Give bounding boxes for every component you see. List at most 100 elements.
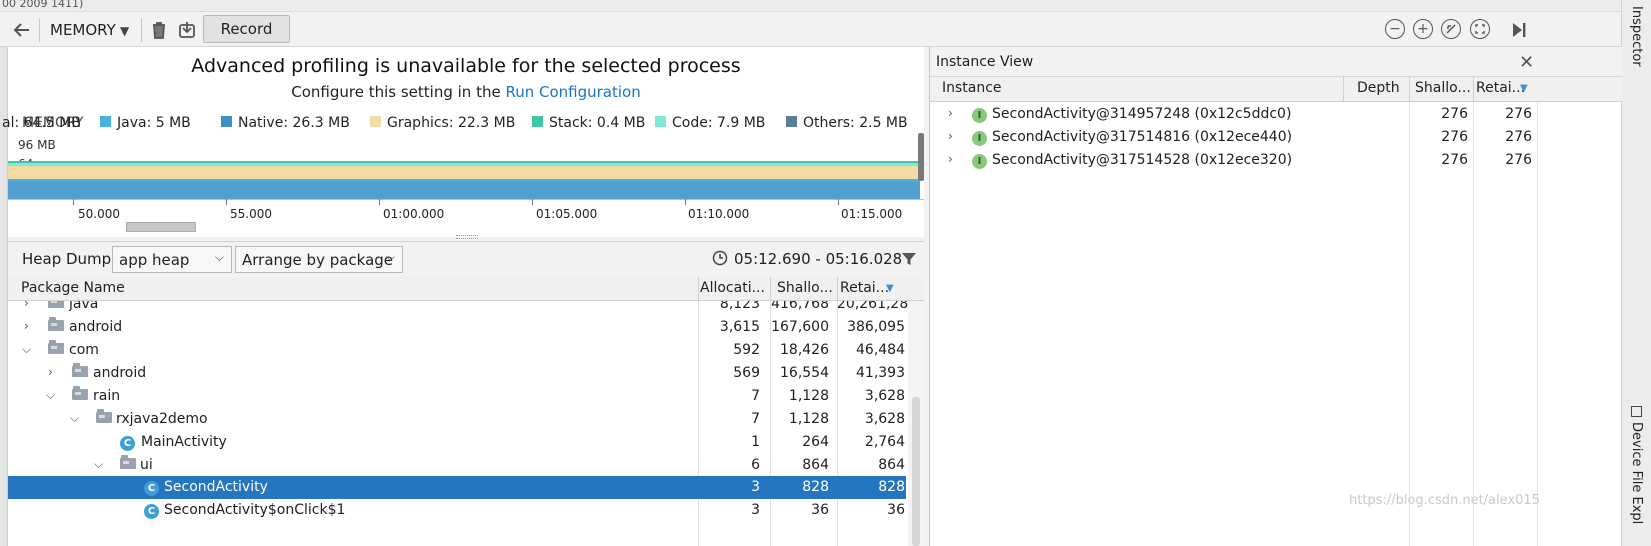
table-row[interactable]: C SecondActivity$onClick$1 3 36 36 <box>8 499 906 522</box>
heap-select[interactable]: app heap ⌵ <box>112 246 232 273</box>
table-scrollbar-thumb[interactable] <box>912 397 920 546</box>
row-name: SecondActivity <box>164 479 268 495</box>
advanced-profiling-subtitle: Configure this setting in the Run Config… <box>8 83 924 101</box>
title-strip: 00 2009 1411) <box>0 0 1651 12</box>
heap-select-value: app heap <box>119 251 190 269</box>
table-row[interactable]: C MainActivity 1 264 2,764 <box>8 431 906 454</box>
class-table-body: › java 8,123 416,768 20,261,283 › androi… <box>8 301 924 546</box>
chevron-right-icon[interactable]: › <box>948 152 953 166</box>
table-row[interactable]: › java 8,123 416,768 20,261,283 <box>8 301 918 316</box>
package-folder-icon <box>48 317 64 331</box>
column-instance[interactable]: Instance <box>942 80 1002 96</box>
arrange-select[interactable]: Arrange by package ⌵ <box>235 246 403 273</box>
column-package-name[interactable]: Package Name <box>21 280 125 296</box>
row-allocations: 6 <box>751 457 760 473</box>
go-live-icon[interactable] <box>1507 18 1531 42</box>
instance-row[interactable]: › I SecondActivity@317514816 (0x12ece440… <box>930 126 1622 149</box>
table-scrollbar-track[interactable] <box>908 301 924 546</box>
column-depth[interactable]: Depth <box>1357 80 1400 96</box>
instance-view-header: Instance View ✕ <box>930 47 1622 77</box>
x-tick-mark <box>685 199 686 205</box>
column-divider <box>770 277 771 301</box>
row-shallow: 167,600 <box>771 319 829 335</box>
memory-timeline: Advanced profiling is unavailable for th… <box>2 47 924 239</box>
chevron-right-icon[interactable]: › <box>948 129 953 143</box>
legend-stack-label: Stack: 0.4 MB <box>549 115 646 131</box>
back-arrow-icon[interactable] <box>10 18 34 42</box>
record-button[interactable]: Record <box>203 15 290 43</box>
x-tick-label: 01:05.000 <box>536 207 598 221</box>
filter-icon[interactable] <box>901 251 917 271</box>
zoom-in-icon[interactable]: + <box>1413 19 1433 39</box>
row-retained: 36 <box>887 502 905 518</box>
row-name: ui <box>140 457 153 473</box>
package-folder-icon <box>48 340 64 354</box>
column-divider <box>698 277 699 301</box>
save-heap-dump-icon[interactable] <box>175 18 199 42</box>
row-shallow: 264 <box>802 434 829 450</box>
legend-graphics: Graphics: 22.3 MB <box>370 115 515 131</box>
table-row[interactable]: ⌵ ui 6 864 864 <box>8 454 906 477</box>
zoom-out-icon[interactable]: − <box>1385 19 1405 39</box>
capture-time-range: 05:12.690 - 05:16.028 <box>734 250 903 268</box>
chevron-down-icon[interactable]: ⌵ <box>46 388 55 403</box>
row-allocations: 7 <box>751 388 760 404</box>
table-row[interactable]: › android 569 16,554 41,393 <box>8 362 906 385</box>
table-row-selected[interactable]: C SecondActivity 3 828 828 <box>8 476 906 499</box>
package-folder-icon <box>72 386 88 400</box>
row-name: rxjava2demo <box>116 411 208 427</box>
chevron-right-icon[interactable]: › <box>48 365 53 379</box>
row-shallow: 1,128 <box>788 411 829 427</box>
table-row[interactable]: › android 3,615 167,600 386,095 <box>8 316 906 339</box>
column-retained-size[interactable]: Retai... <box>840 280 889 296</box>
chevron-right-icon[interactable]: › <box>24 301 29 310</box>
reset-zoom-icon[interactable] <box>1441 19 1461 39</box>
row-shallow: 828 <box>802 479 829 495</box>
zoom-to-selection-icon[interactable] <box>1470 19 1490 39</box>
row-shallow: 36 <box>811 502 829 518</box>
close-icon[interactable]: ✕ <box>1519 52 1534 73</box>
chevron-right-icon[interactable]: › <box>948 106 953 120</box>
sort-descending-icon: ▼ <box>1520 83 1528 94</box>
instance-row[interactable]: › I SecondActivity@314957248 (0x12c5ddc0… <box>930 103 1622 126</box>
row-retained: 2,764 <box>864 434 905 450</box>
column-retained-size[interactable]: Retai... <box>1476 80 1525 96</box>
chevron-down-icon[interactable]: ⌵ <box>70 411 79 426</box>
row-name: android <box>93 365 147 381</box>
time-axis-line <box>8 199 924 200</box>
chevron-down-icon[interactable]: ⌵ <box>22 342 31 357</box>
table-row[interactable]: ⌵ rain 7 1,128 3,628 <box>8 385 906 408</box>
column-shallow-size[interactable]: Shallo... <box>777 280 833 296</box>
trash-icon[interactable] <box>147 18 171 42</box>
package-folder-icon <box>120 455 136 469</box>
x-tick-mark <box>838 199 839 205</box>
splitter-grip[interactable] <box>456 235 478 239</box>
row-retained: 3,628 <box>864 411 905 427</box>
chevron-down-icon[interactable]: ⌵ <box>94 457 103 472</box>
table-row[interactable]: ⌵ com 592 18,426 46,484 <box>8 339 906 362</box>
inspector-tab[interactable]: Inspector <box>1629 6 1644 67</box>
device-file-explorer-tab[interactable]: Device File Expl <box>1629 422 1644 524</box>
x-tick-mark <box>73 199 74 205</box>
row-allocations: 3 <box>751 479 760 495</box>
instance-shallow: 276 <box>1441 152 1468 168</box>
run-configuration-link[interactable]: Run Configuration <box>505 83 640 101</box>
table-row[interactable]: ⌵ rxjava2demo 7 1,128 3,628 <box>8 408 906 431</box>
instance-row[interactable]: › I SecondActivity@317514528 (0x12ece320… <box>930 149 1622 172</box>
column-allocations[interactable]: Allocati... <box>700 280 765 296</box>
row-retained: 20,261,283 <box>837 301 918 312</box>
package-folder-icon <box>48 301 64 308</box>
timeline-scrollbar-thumb[interactable] <box>126 222 196 232</box>
chevron-right-icon[interactable]: › <box>24 319 29 333</box>
chevron-down-icon[interactable]: ▼ <box>120 24 129 38</box>
sort-descending-icon: ▼ <box>886 283 894 294</box>
profiler-selector[interactable]: MEMORY <box>50 21 116 39</box>
column-divider <box>1473 77 1474 102</box>
column-shallow-size[interactable]: Shallo... <box>1415 80 1471 96</box>
x-tick-mark <box>532 199 533 205</box>
row-allocations: 8,123 <box>719 301 760 312</box>
row-retained: 828 <box>878 479 905 495</box>
class-icon: C <box>144 481 159 496</box>
legend-others: Others: 2.5 MB <box>786 115 908 131</box>
clock-icon <box>712 250 728 270</box>
